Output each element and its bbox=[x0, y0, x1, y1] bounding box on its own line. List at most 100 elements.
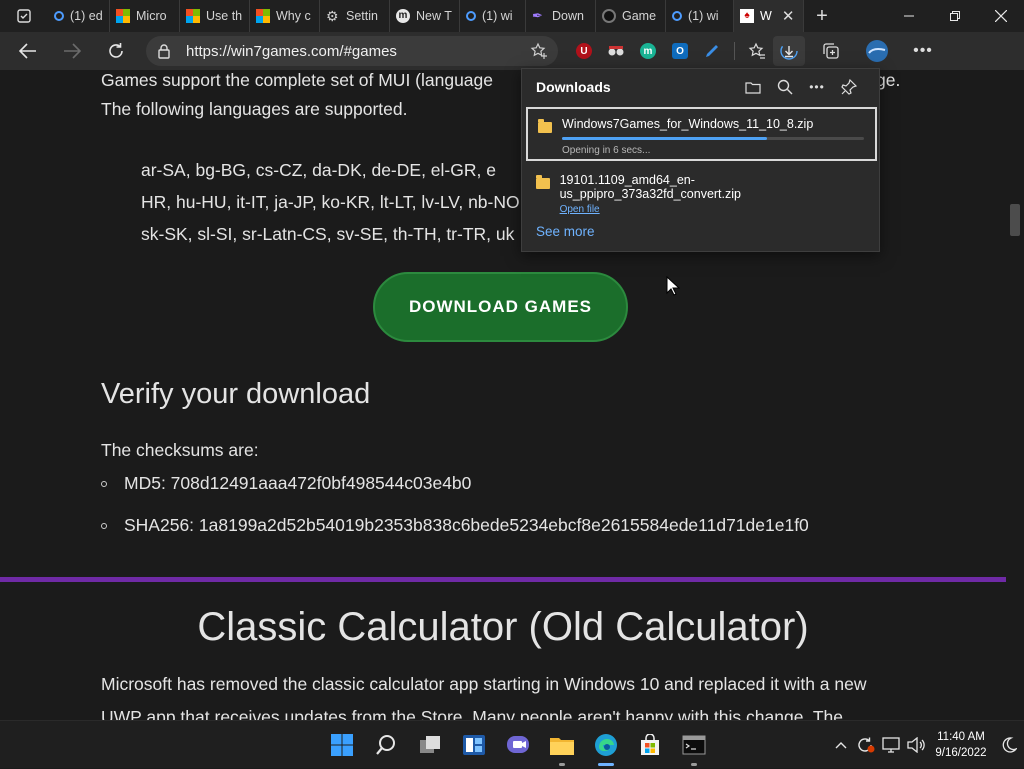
sync-status-button[interactable] bbox=[853, 721, 878, 769]
md5-text: MD5: 708d12491aaa472f0bf498544c03e4b0 bbox=[124, 473, 472, 493]
search-favicon-icon bbox=[466, 11, 476, 21]
tab-7[interactable]: (1) wi bbox=[460, 0, 526, 32]
download-progress-bar bbox=[562, 137, 864, 140]
start-button[interactable] bbox=[320, 721, 364, 769]
collections-button[interactable] bbox=[815, 32, 847, 70]
search-downloads-button[interactable] bbox=[769, 69, 801, 105]
tab-label: Why c bbox=[276, 9, 311, 23]
favorites-star-icon bbox=[748, 42, 765, 59]
tab-1[interactable]: (1) ed bbox=[48, 0, 110, 32]
tab-8[interactable]: ✒ Down bbox=[526, 0, 596, 32]
search-icon bbox=[777, 79, 793, 95]
sha256-text: SHA256: 1a8199a2d52b54019b2353b838c6bede… bbox=[124, 515, 809, 535]
profile-button[interactable] bbox=[861, 32, 893, 70]
tab-2[interactable]: Micro bbox=[110, 0, 180, 32]
spy-glasses-icon bbox=[608, 46, 624, 56]
tab-actions-button[interactable] bbox=[0, 0, 48, 32]
refresh-icon bbox=[109, 43, 123, 58]
tab-label: Use th bbox=[206, 9, 243, 23]
widgets-button[interactable] bbox=[452, 721, 496, 769]
add-favorite-icon[interactable] bbox=[530, 42, 548, 60]
open-file-link[interactable]: Open file bbox=[560, 204, 867, 215]
widgets-icon bbox=[463, 735, 485, 755]
tab-4[interactable]: Why c bbox=[250, 0, 320, 32]
tab-3[interactable]: Use th bbox=[180, 0, 250, 32]
network-button[interactable] bbox=[878, 721, 903, 769]
collections-icon bbox=[823, 43, 839, 59]
ublock-extension-button[interactable]: U bbox=[568, 32, 600, 70]
focus-assist-button[interactable] bbox=[994, 721, 1024, 769]
downloads-more-button[interactable]: ••• bbox=[801, 69, 833, 105]
calc-line-2: UWP app that receives updates from the S… bbox=[101, 707, 844, 720]
windows-taskbar: 11:40 AM 9/16/2022 bbox=[0, 720, 1024, 768]
edge-logo-icon bbox=[595, 734, 617, 756]
close-tab-icon[interactable]: ✕ bbox=[782, 7, 795, 25]
moon-icon bbox=[1002, 737, 1017, 753]
m-extension-button[interactable]: m bbox=[632, 32, 664, 70]
file-explorer-folder-icon bbox=[550, 738, 574, 755]
calculator-heading: Classic Calculator (Old Calculator) bbox=[197, 605, 809, 649]
search-icon bbox=[376, 735, 395, 755]
new-tab-button[interactable]: + bbox=[804, 0, 840, 32]
windows-logo-icon bbox=[331, 734, 353, 756]
scrollbar-thumb[interactable] bbox=[1010, 204, 1020, 236]
page-scrollbar[interactable] bbox=[1006, 70, 1024, 720]
pin-icon bbox=[841, 79, 857, 95]
minimize-button[interactable] bbox=[886, 0, 932, 32]
forward-button[interactable] bbox=[50, 32, 94, 70]
tab-active[interactable]: ♠ W ✕ bbox=[734, 0, 804, 32]
tab-10[interactable]: (1) wi bbox=[666, 0, 734, 32]
zip-folder-icon bbox=[538, 119, 552, 133]
sha256-list-item: SHA256: 1a8199a2d52b54019b2353b838c6bede… bbox=[101, 515, 809, 536]
forward-arrow-icon bbox=[64, 43, 81, 59]
more-dots-icon: ••• bbox=[913, 42, 933, 59]
task-view-button[interactable] bbox=[408, 721, 452, 769]
tab-9[interactable]: Game bbox=[596, 0, 666, 32]
teams-chat-button[interactable] bbox=[496, 721, 540, 769]
spy-extension-button[interactable] bbox=[600, 32, 632, 70]
edge-browser-button[interactable] bbox=[584, 721, 628, 769]
volume-button[interactable] bbox=[903, 721, 928, 769]
chat-icon bbox=[507, 736, 529, 753]
browser-toolbar: https://win7games.com/#games U m O ••• bbox=[0, 32, 1024, 70]
pen-extension-button[interactable] bbox=[696, 32, 728, 70]
zip-folder-icon bbox=[536, 175, 550, 189]
tab-5[interactable]: ⚙ Settin bbox=[320, 0, 390, 32]
back-button[interactable] bbox=[6, 32, 50, 70]
tab-label: Down bbox=[552, 9, 584, 23]
tab-label: New T bbox=[416, 9, 452, 23]
close-window-button[interactable] bbox=[978, 0, 1024, 32]
downloads-button[interactable] bbox=[773, 36, 805, 66]
calc-line-1: Microsoft has removed the classic calcul… bbox=[101, 674, 867, 694]
clock-date: 9/16/2022 bbox=[935, 747, 987, 759]
see-more-link[interactable]: See more bbox=[536, 224, 595, 239]
downloads-flyout: Downloads ••• Windows7Games_for_Windows_… bbox=[521, 68, 880, 252]
address-bar[interactable]: https://win7games.com/#games bbox=[146, 36, 558, 66]
terminal-icon bbox=[682, 735, 706, 755]
search-taskbar-button[interactable] bbox=[364, 721, 408, 769]
file-explorer-button[interactable] bbox=[540, 721, 584, 769]
outlook-extension-button[interactable]: O bbox=[664, 32, 696, 70]
download-item-1[interactable]: Windows7Games_for_Windows_11_10_8.zip Op… bbox=[526, 107, 877, 161]
system-tray: 11:40 AM 9/16/2022 bbox=[828, 721, 1024, 769]
feather-icon: ✒ bbox=[532, 8, 543, 23]
pin-downloads-button[interactable] bbox=[833, 69, 865, 105]
download-item-2[interactable]: 19101.1109_amd64_en-us_ppipro_373a32fd_c… bbox=[526, 165, 877, 219]
tab-6[interactable]: m New T bbox=[390, 0, 460, 32]
verify-heading: Verify your download bbox=[101, 378, 371, 410]
microsoft-store-button[interactable] bbox=[628, 721, 672, 769]
open-downloads-folder-button[interactable] bbox=[737, 69, 769, 105]
favorites-button[interactable] bbox=[741, 32, 773, 70]
url-text: https://win7games.com/#games bbox=[186, 42, 397, 60]
game-favicon-icon bbox=[602, 9, 616, 23]
terminal-button[interactable] bbox=[672, 721, 716, 769]
restore-button[interactable] bbox=[932, 0, 978, 32]
refresh-button[interactable] bbox=[94, 32, 138, 70]
settings-more-button[interactable]: ••• bbox=[907, 32, 939, 70]
taskbar-clock[interactable]: 11:40 AM 9/16/2022 bbox=[928, 729, 994, 761]
show-hidden-icons-button[interactable] bbox=[828, 721, 853, 769]
ublock-icon: U bbox=[576, 43, 592, 59]
tab-label: (1) wi bbox=[482, 9, 513, 23]
taskbar-apps bbox=[320, 721, 716, 769]
download-games-button[interactable]: DOWNLOAD GAMES bbox=[373, 272, 628, 342]
